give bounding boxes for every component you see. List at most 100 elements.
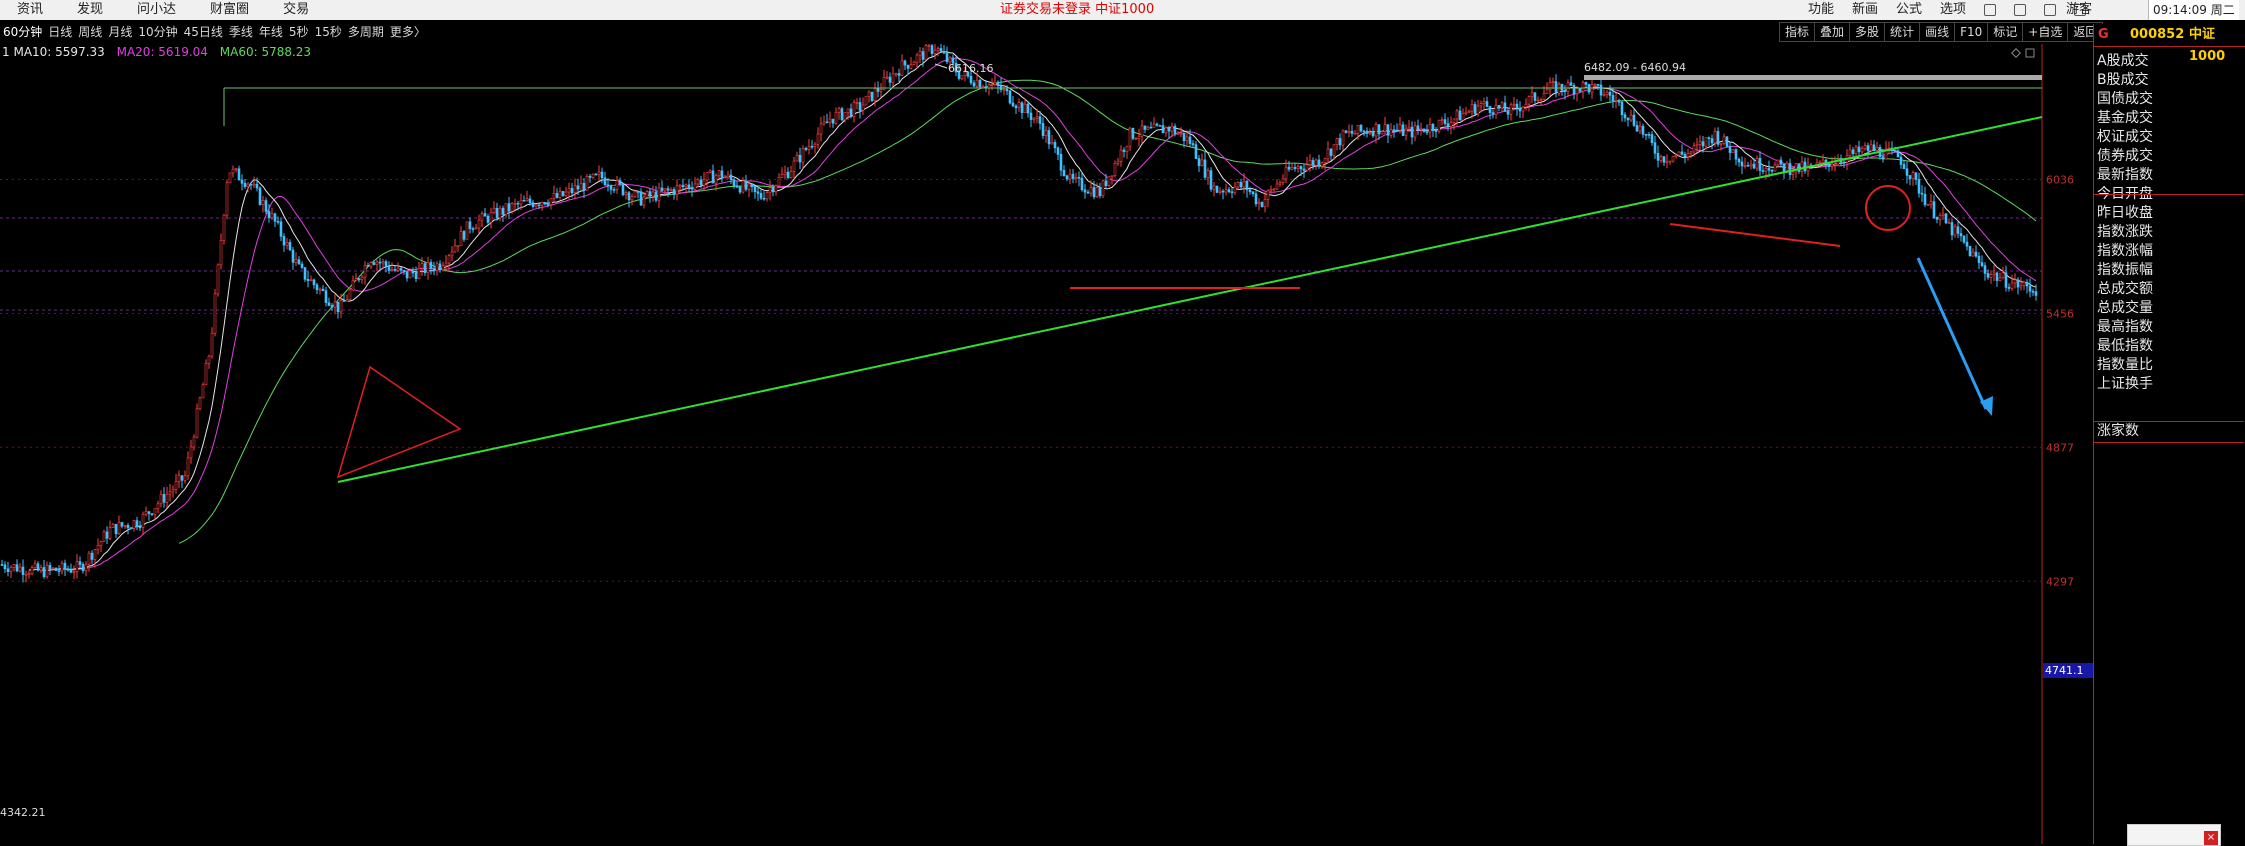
candle-body bbox=[1605, 91, 1609, 96]
period-5sec[interactable]: 5秒 bbox=[286, 22, 312, 42]
candle-body bbox=[1329, 148, 1333, 156]
window-icon[interactable] bbox=[2014, 4, 2026, 16]
menu-item-wealth-circle[interactable]: 财富圈 bbox=[193, 0, 266, 20]
candle-body bbox=[876, 88, 880, 92]
candle-body bbox=[354, 278, 358, 281]
refresh-icon[interactable] bbox=[1984, 4, 1996, 16]
candle-body bbox=[1905, 168, 1909, 176]
candle-body bbox=[336, 301, 340, 313]
period-week[interactable]: 周线 bbox=[75, 22, 105, 42]
candle-body bbox=[1734, 149, 1738, 160]
menu-item-options[interactable]: 选项 bbox=[1931, 0, 1975, 20]
candle-body bbox=[1167, 127, 1171, 132]
candle-body bbox=[1788, 163, 1792, 175]
candle-body bbox=[1497, 105, 1501, 109]
candle-body bbox=[180, 475, 184, 481]
candle-body bbox=[993, 81, 997, 85]
candle-body bbox=[555, 193, 559, 198]
menu-item-formula[interactable]: 公式 bbox=[1887, 0, 1931, 20]
candle-body bbox=[813, 143, 817, 147]
period-45day[interactable]: 45日线 bbox=[181, 22, 226, 42]
login-notice[interactable]: 证券交易未登录 中证1000 bbox=[1000, 0, 1154, 20]
menu-item-new-draw[interactable]: 新画 bbox=[1843, 0, 1887, 20]
candle-body bbox=[909, 64, 913, 69]
candle-body bbox=[879, 89, 883, 92]
candle-body bbox=[1086, 191, 1090, 194]
period-month[interactable]: 月线 bbox=[105, 22, 135, 42]
square-icon[interactable] bbox=[2025, 48, 2035, 58]
candle-body bbox=[1095, 187, 1099, 198]
candle-body bbox=[135, 520, 139, 528]
candle-body bbox=[36, 563, 40, 571]
candle-body bbox=[648, 191, 652, 197]
diamond-icon[interactable] bbox=[2011, 48, 2021, 58]
draw-line-button[interactable]: 画线 bbox=[1919, 22, 1956, 42]
candle-body bbox=[696, 179, 700, 185]
period-multi[interactable]: 多周期 bbox=[345, 22, 387, 42]
candle-body bbox=[651, 191, 655, 197]
multi-stock-button[interactable]: 多股 bbox=[1849, 22, 1886, 42]
candle-body bbox=[1692, 145, 1696, 153]
candle-body bbox=[1830, 163, 1834, 167]
lock-icon[interactable] bbox=[2044, 4, 2056, 16]
quote-header: G 000852 中证1000 bbox=[2094, 24, 2245, 64]
candle-body bbox=[831, 118, 835, 124]
guest-user[interactable]: 游客 bbox=[2066, 0, 2092, 20]
candle-body bbox=[942, 51, 946, 54]
candle-body bbox=[1797, 163, 1801, 172]
period-more[interactable]: 更多〉 bbox=[387, 22, 429, 42]
period-60min[interactable]: 60分钟 bbox=[0, 22, 45, 42]
candle-body bbox=[1248, 189, 1252, 193]
price-chart[interactable]: 6616.16 6482.09 - 6460.94 4342.21 6036 5456… bbox=[0, 44, 2093, 844]
period-year[interactable]: 年线 bbox=[256, 22, 286, 42]
period-day[interactable]: 日线 bbox=[45, 22, 75, 42]
quote-fields: A股成交 B股成交 国债成交 基金成交 权证成交 债券成交 最新指数 今日开盘 … bbox=[2094, 52, 2244, 394]
candle-body bbox=[1731, 149, 1735, 153]
f10-button[interactable]: F10 bbox=[1954, 22, 1989, 42]
candle-body bbox=[1053, 142, 1057, 149]
candle-body bbox=[1713, 131, 1717, 144]
candle-body bbox=[288, 242, 292, 251]
overlay-button[interactable]: 叠加 bbox=[1814, 22, 1851, 42]
candle-body bbox=[1098, 187, 1102, 197]
period-10min[interactable]: 10分钟 bbox=[135, 22, 180, 42]
menu-item-trade[interactable]: 交易 bbox=[266, 0, 326, 20]
candle-body bbox=[1632, 114, 1636, 126]
candle-body bbox=[1956, 226, 1960, 234]
candle-body bbox=[669, 189, 673, 191]
mark-button[interactable]: 标记 bbox=[1987, 22, 2024, 42]
candle-body bbox=[102, 531, 106, 542]
candle-body bbox=[579, 182, 583, 190]
period-quarter[interactable]: 季线 bbox=[226, 22, 256, 42]
low-label: 4342.21 bbox=[0, 806, 46, 819]
indicator-button[interactable]: 指标 bbox=[1779, 22, 1816, 42]
candle-body bbox=[54, 567, 58, 571]
candle-body bbox=[177, 475, 181, 482]
candle-body bbox=[822, 121, 826, 125]
candle-body bbox=[654, 191, 658, 201]
menu-item-discover[interactable]: 发现 bbox=[60, 0, 120, 20]
candle-body bbox=[546, 203, 550, 206]
candle-body bbox=[393, 268, 397, 271]
candle-body bbox=[465, 221, 469, 240]
close-icon[interactable]: × bbox=[2204, 831, 2218, 845]
period-15sec[interactable]: 15秒 bbox=[312, 22, 345, 42]
menu-item-function[interactable]: 功能 bbox=[1799, 0, 1843, 20]
notification-popup[interactable]: × bbox=[2127, 824, 2221, 846]
candle-body bbox=[1341, 130, 1345, 146]
candle-body bbox=[750, 183, 754, 187]
candle-body bbox=[1827, 163, 1831, 167]
candle-body bbox=[375, 261, 379, 265]
symbol-code[interactable]: 000852 bbox=[2130, 24, 2184, 46]
candle-body bbox=[627, 192, 631, 201]
field-amplitude: 指数振幅 bbox=[2097, 262, 2153, 278]
statistics-button[interactable]: 统计 bbox=[1884, 22, 1921, 42]
candle-body bbox=[423, 263, 427, 274]
field-high: 最高指数 bbox=[2097, 319, 2153, 335]
menu-item-news[interactable]: 资讯 bbox=[0, 0, 60, 20]
candle-body bbox=[1896, 150, 1900, 158]
add-watchlist-button[interactable]: +自选 bbox=[2022, 22, 2069, 42]
candle-body bbox=[810, 145, 814, 148]
candle-body bbox=[297, 259, 301, 265]
menu-item-ask-xiaoda[interactable]: 问小达 bbox=[120, 0, 193, 20]
